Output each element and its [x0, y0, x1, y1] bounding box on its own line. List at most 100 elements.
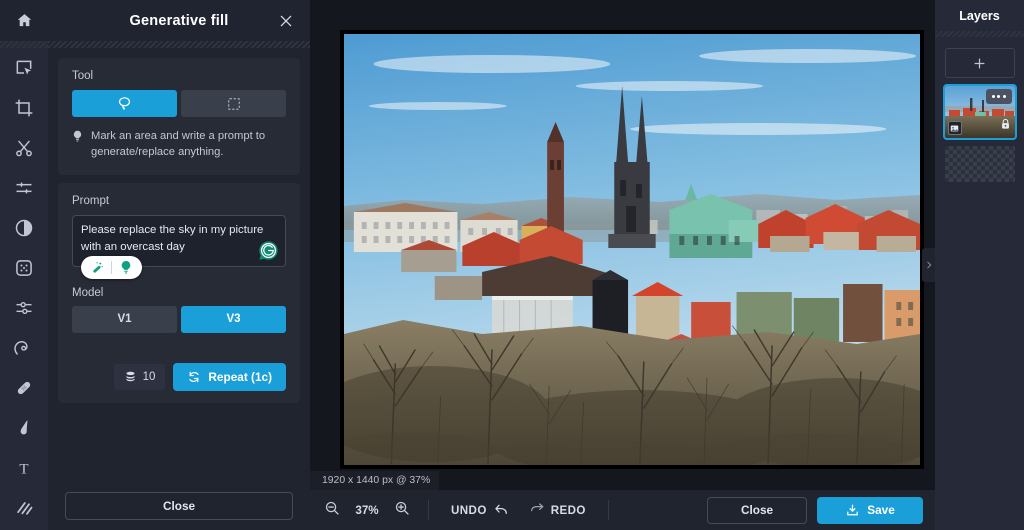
layer-lock-button[interactable]: [1000, 117, 1011, 135]
tool-rectangle-button[interactable]: [181, 90, 286, 117]
layer-menu-button[interactable]: [985, 89, 1012, 104]
bottom-toolbar: 37% UNDO REDO Close Save: [310, 490, 935, 530]
model-v1-button[interactable]: V1: [72, 305, 177, 333]
refresh-icon: [189, 371, 200, 383]
generative-fill-panel: Generative fill Tool Mark an area and wr…: [48, 0, 310, 530]
list-item[interactable]: [942, 84, 1017, 140]
lightbulb-glyph: [73, 130, 82, 142]
panel-close-button[interactable]: [276, 11, 296, 31]
crop-icon: [15, 99, 33, 117]
layer-mask-icon: [950, 125, 959, 131]
lightbulb-icon: [121, 260, 131, 274]
lasso-icon: [118, 97, 131, 110]
tool-section: Tool Mark an area and write a prompt to …: [58, 58, 300, 175]
credits-value: 10: [142, 370, 156, 383]
close-icon: [280, 15, 292, 26]
rail-divider: [0, 41, 48, 48]
panel-header: Generative fill: [48, 0, 310, 41]
more-dots-icon: [997, 95, 1000, 98]
panel-footer: Close: [48, 482, 310, 530]
spiral-icon: [14, 341, 28, 355]
panel-close-bottom-button[interactable]: Close: [65, 492, 293, 520]
add-layer-button[interactable]: [944, 48, 1015, 78]
pill-divider: [111, 260, 112, 274]
bottom-close-button[interactable]: Close: [707, 496, 807, 524]
layers-divider: [935, 31, 1024, 37]
layer-mask-button[interactable]: [947, 121, 962, 135]
sidebar-item-brush[interactable]: [0, 408, 48, 448]
canvas-photo-frame[interactable]: [340, 30, 924, 469]
sidebar-item-select[interactable]: [0, 48, 48, 88]
g-logo-icon: [258, 240, 279, 261]
zoom-out-icon: [325, 501, 339, 515]
sidebar-item-contrast[interactable]: [0, 208, 48, 248]
sidebar-item-pattern[interactable]: [0, 488, 48, 528]
sliders-icon: [16, 182, 32, 194]
tool-hint-text: Mark an area and write a prompt to gener…: [91, 130, 266, 158]
g-logo-glyph: [259, 241, 278, 260]
cityscape-image: [344, 34, 920, 465]
model-v3-button[interactable]: V3: [181, 305, 286, 333]
sidebar-item-text[interactable]: T: [0, 448, 48, 488]
zoom-out-button[interactable]: [324, 500, 340, 521]
idea-button[interactable]: [115, 258, 137, 277]
bandage-icon: [17, 381, 31, 395]
nodes-icon: [16, 301, 32, 315]
marquee-icon: [227, 97, 240, 110]
repeat-button[interactable]: Repeat (1c): [173, 362, 286, 391]
left-toolbar: T: [0, 0, 48, 530]
svg-text:T: T: [19, 461, 28, 477]
home-button[interactable]: [0, 0, 48, 41]
tool-hint: Mark an area and write a prompt to gener…: [72, 129, 286, 161]
select-icon: [16, 60, 32, 75]
sidebar-item-adjust[interactable]: [0, 168, 48, 208]
zoom-controls: 37%: [324, 500, 428, 521]
effects-icon: [16, 260, 32, 276]
prompt-section: Prompt Please replace the sky in my pict…: [58, 182, 300, 403]
app-root: T Generative fill Tool Mark an area and …: [0, 0, 1024, 530]
lightbulb-icon: [72, 129, 84, 161]
toolbar-divider-2: [607, 500, 609, 520]
home-icon: [17, 14, 31, 27]
page-title: Generative fill: [129, 12, 229, 29]
canvas-area[interactable]: 1920 x 1440 px @ 37%: [310, 0, 935, 490]
panel-divider: [48, 41, 310, 48]
undo-button[interactable]: UNDO: [451, 502, 509, 518]
sidebar-item-liquify[interactable]: [0, 328, 48, 368]
redo-label: REDO: [550, 503, 586, 517]
prompt-actions: 10 Repeat (1c): [72, 362, 286, 391]
layers-collapse-button[interactable]: [922, 248, 935, 282]
coins-icon: [126, 372, 135, 382]
prompt-input[interactable]: Please replace the sky in my picture wit…: [72, 214, 286, 279]
prompt-label: Prompt: [72, 194, 110, 207]
list-item[interactable]: [944, 146, 1015, 182]
layers-panel: Layers: [935, 0, 1024, 530]
canvas-dimensions-badge: 1920 x 1440 px @ 37%: [310, 471, 440, 490]
sidebar-item-cut[interactable]: [0, 128, 48, 168]
magic-wand-button[interactable]: [86, 258, 108, 277]
sidebar-item-crop[interactable]: [0, 88, 48, 128]
zoom-in-button[interactable]: [394, 500, 410, 521]
save-button[interactable]: Save: [817, 496, 923, 524]
save-download-icon: [847, 504, 859, 515]
more-dots-icon: [991, 95, 995, 98]
redo-button[interactable]: REDO: [529, 502, 586, 518]
repeat-button-label: Repeat (1c): [208, 369, 272, 384]
sidebar-item-curves[interactable]: [0, 288, 48, 328]
tool-segmented-control: [72, 90, 286, 117]
canvas-photo: [344, 34, 920, 465]
zoom-in-icon: [395, 501, 409, 515]
scissors-icon: [16, 140, 32, 157]
bottom-actions: Close Save: [707, 496, 935, 524]
undo-arrow-icon: [494, 504, 507, 514]
chevron-right-icon: [926, 261, 931, 269]
credits-badge: 10: [113, 363, 166, 390]
sidebar-item-effects[interactable]: [0, 248, 48, 288]
layers-title: Layers: [959, 8, 1000, 23]
contrast-icon: [15, 219, 33, 237]
redo-arrow-icon: [530, 503, 544, 512]
sidebar-item-heal[interactable]: [0, 368, 48, 408]
tool-lasso-button[interactable]: [72, 90, 177, 117]
undo-label: UNDO: [451, 503, 487, 517]
history-controls: UNDO REDO: [429, 502, 608, 518]
